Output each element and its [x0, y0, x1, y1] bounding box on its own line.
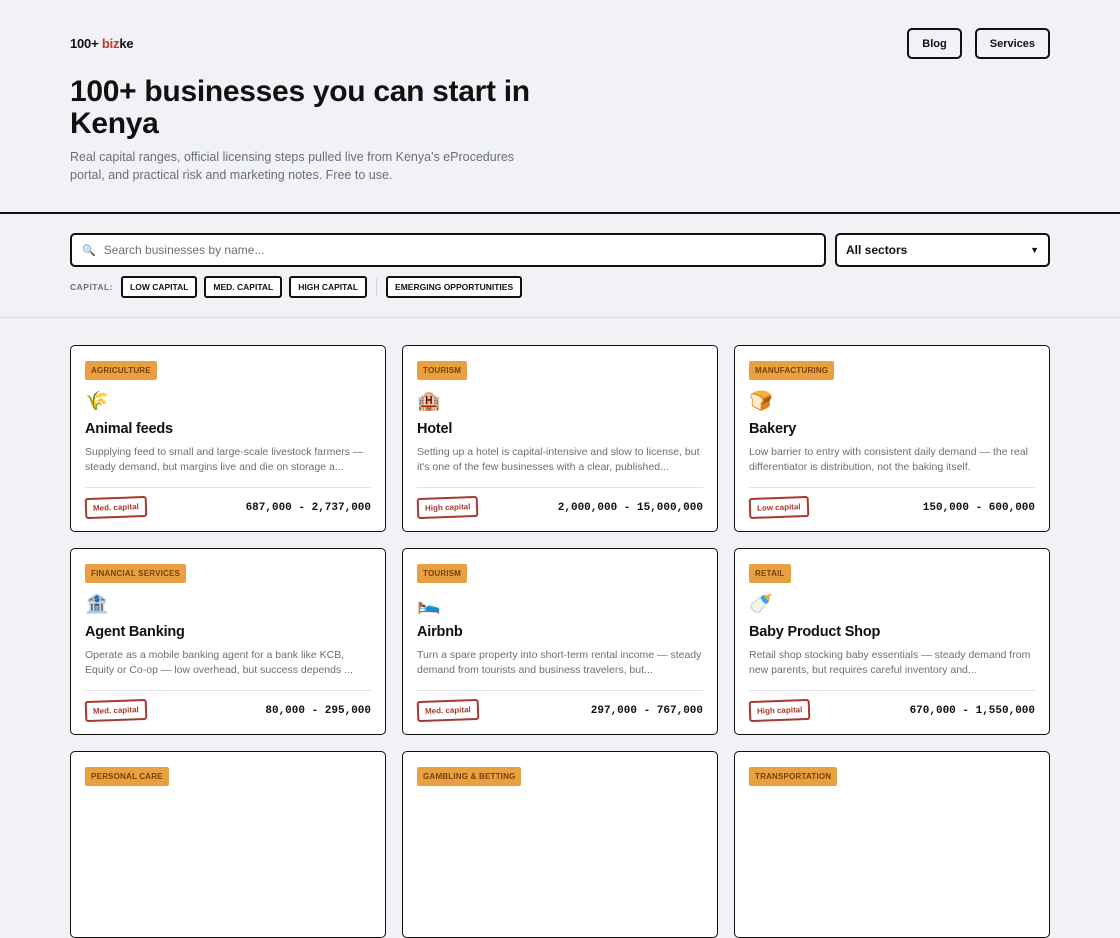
logo-suffix: ke [119, 36, 134, 51]
search-icon: 🔍 [82, 244, 96, 257]
caret-down-icon: ▼ [1030, 245, 1039, 255]
capital-range: 297,000 - 767,000 [590, 705, 703, 717]
top-nav: Blog Services [907, 28, 1050, 59]
site-header: 100+ bizke Blog Services 100+ businesses… [0, 0, 1120, 214]
hotel-icon: 🏨 [417, 391, 441, 412]
capital-badge: Med. capital [84, 698, 148, 723]
capital-badge: High capital [748, 698, 811, 723]
low-capital-filter[interactable]: LOW CAPITAL [121, 276, 198, 298]
business-title: Animal feeds [85, 421, 173, 437]
card-footer: Med. capital 297,000 - 767,000 [416, 690, 703, 723]
page-title: 100+ businesses you can start in Kenya [70, 75, 530, 140]
business-grid: AGRICULTURE 🌾 Animal feeds Supplying fee… [70, 345, 1050, 938]
business-title: Baby Product Shop [749, 624, 881, 640]
business-description: Retail shop stocking baby essentials — s… [749, 649, 1031, 676]
business-card[interactable]: RETAIL 🍼 Baby Product Shop Retail shop s… [734, 548, 1050, 735]
filter-divider [376, 278, 378, 296]
business-title: Airbnb [417, 624, 463, 640]
capital-range: 80,000 - 295,000 [265, 705, 371, 717]
sector-select[interactable]: All sectors ▼ [835, 233, 1050, 267]
business-card[interactable]: AGRICULTURE 🌾 Animal feeds Supplying fee… [70, 345, 386, 532]
capital-range: 2,000,000 - 15,000,000 [557, 502, 703, 514]
search-box[interactable]: 🔍 [70, 233, 826, 267]
logo-biz: biz [101, 36, 120, 51]
search-input[interactable] [103, 243, 804, 257]
capital-range: 670,000 - 1,550,000 [909, 705, 1035, 717]
business-card[interactable]: PERSONAL CARE [70, 751, 386, 938]
bread-icon: 🍞 [749, 391, 773, 412]
logo-prefix: 100+ [70, 36, 102, 51]
business-card[interactable]: TRANSPORTATION [734, 751, 1050, 938]
capital-filter-label: CAPITAL: [70, 282, 114, 292]
capital-badge: Low capital [748, 495, 809, 520]
business-description: Turn a spare property into short-term re… [417, 649, 702, 676]
business-description: Setting up a hotel is capital-intensive … [417, 446, 700, 473]
sector-tag: PERSONAL CARE [85, 767, 169, 786]
sector-tag: RETAIL [749, 564, 791, 583]
sector-select-value: All sectors [846, 243, 908, 257]
blog-button[interactable]: Blog [907, 28, 962, 59]
business-description: Low barrier to entry with consistent dai… [749, 446, 1028, 473]
capital-badge: Med. capital [84, 495, 148, 520]
sector-tag: MANUFACTURING [749, 361, 835, 380]
sector-tag: TOURISM [417, 361, 468, 380]
capital-range: 150,000 - 600,000 [922, 502, 1035, 514]
business-card[interactable]: TOURISM 🛌 Airbnb Turn a spare property i… [402, 548, 718, 735]
capital-badge: Med. capital [416, 698, 480, 723]
business-title: Bakery [749, 421, 797, 437]
high-capital-filter[interactable]: HIGH CAPITAL [289, 276, 368, 298]
wheat-icon: 🌾 [85, 391, 109, 412]
services-button[interactable]: Services [974, 28, 1050, 59]
site-logo[interactable]: 100+ bizke [70, 36, 134, 51]
card-footer: High capital 2,000,000 - 15,000,000 [416, 487, 703, 520]
business-title: Hotel [417, 421, 453, 437]
sector-tag: FINANCIAL SERVICES [85, 564, 187, 583]
sector-tag: TOURISM [417, 564, 468, 583]
sector-tag: AGRICULTURE [85, 361, 157, 380]
bed-icon: 🛌 [417, 594, 441, 615]
capital-range: 687,000 - 2,737,000 [245, 502, 371, 514]
card-footer: High capital 670,000 - 1,550,000 [748, 690, 1035, 723]
capital-badge: High capital [416, 495, 479, 520]
card-footer: Low capital 150,000 - 600,000 [748, 487, 1035, 520]
page-subtitle: Real capital ranges, official licensing … [70, 150, 515, 182]
business-card[interactable]: MANUFACTURING 🍞 Bakery Low barrier to en… [734, 345, 1050, 532]
sector-tag: TRANSPORTATION [749, 767, 838, 786]
business-card[interactable]: GAMBLING & BETTING [402, 751, 718, 938]
business-card[interactable]: FINANCIAL SERVICES 🏦 Agent Banking Opera… [70, 548, 386, 735]
baby-bottle-icon: 🍼 [749, 594, 773, 615]
capital-filter-row: CAPITAL: LOW CAPITAL MED. CAPITAL HIGH C… [70, 276, 523, 298]
med-capital-filter[interactable]: MED. CAPITAL [204, 276, 283, 298]
card-footer: Med. capital 80,000 - 295,000 [84, 690, 371, 723]
bank-icon: 🏦 [85, 594, 109, 615]
filter-bar: 🔍 All sectors ▼ CAPITAL: LOW CAPITAL MED… [0, 214, 1120, 318]
sector-tag: GAMBLING & BETTING [417, 767, 522, 786]
card-footer: Med. capital 687,000 - 2,737,000 [84, 487, 371, 520]
emerging-opportunities-filter[interactable]: EMERGING OPPORTUNITIES [386, 276, 523, 298]
business-description: Supplying feed to small and large-scale … [85, 446, 364, 473]
business-description: Operate as a mobile banking agent for a … [85, 649, 353, 676]
business-title: Agent Banking [85, 624, 185, 640]
business-card[interactable]: TOURISM 🏨 Hotel Setting up a hotel is ca… [402, 345, 718, 532]
